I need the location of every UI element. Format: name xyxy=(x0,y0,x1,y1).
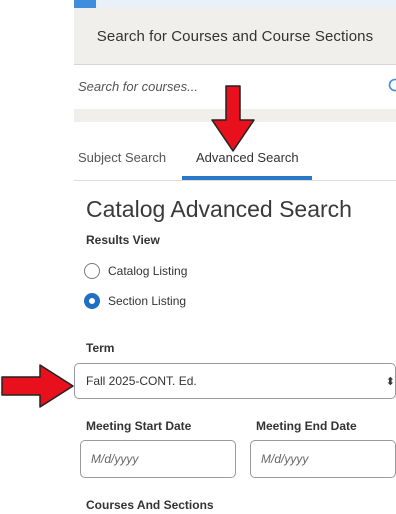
term-label: Term xyxy=(86,341,115,355)
search-icon[interactable] xyxy=(388,78,396,94)
section-listing-option[interactable]: Section Listing xyxy=(84,291,186,311)
top-strip xyxy=(74,0,396,8)
results-view-label: Results View xyxy=(86,233,160,247)
meeting-end-date-label: Meeting End Date xyxy=(256,419,357,433)
meeting-end-date-input[interactable] xyxy=(250,440,396,478)
search-header: Search for Courses and Course Sections xyxy=(74,8,396,64)
term-select[interactable]: Fall 2025-CONT. Ed. ⬍ xyxy=(74,363,396,399)
chevron-up-down-icon: ⬍ xyxy=(385,376,395,388)
catalog-listing-radio[interactable] xyxy=(84,263,100,279)
tab-subject-search[interactable]: Subject Search xyxy=(78,150,166,165)
red-arrow-down-icon xyxy=(211,85,255,152)
catalog-listing-label: Catalog Listing xyxy=(108,264,188,278)
term-selected-value: Fall 2025-CONT. Ed. xyxy=(86,374,197,388)
active-tab-indicator xyxy=(182,176,312,180)
courses-and-sections-label: Courses And Sections xyxy=(86,498,214,512)
search-header-title: Search for Courses and Course Sections xyxy=(96,27,374,45)
red-arrow-right-icon xyxy=(1,364,74,408)
section-listing-radio[interactable] xyxy=(84,293,100,309)
meeting-start-date-label: Meeting Start Date xyxy=(86,419,192,433)
catalog-listing-option[interactable]: Catalog Listing xyxy=(84,261,187,281)
top-strip-accent xyxy=(74,0,96,8)
page-title: Catalog Advanced Search xyxy=(86,196,352,222)
page: Search for Courses and Course Sections S… xyxy=(0,0,396,514)
meeting-start-date-input[interactable] xyxy=(80,440,236,478)
section-listing-label: Section Listing xyxy=(108,294,187,308)
